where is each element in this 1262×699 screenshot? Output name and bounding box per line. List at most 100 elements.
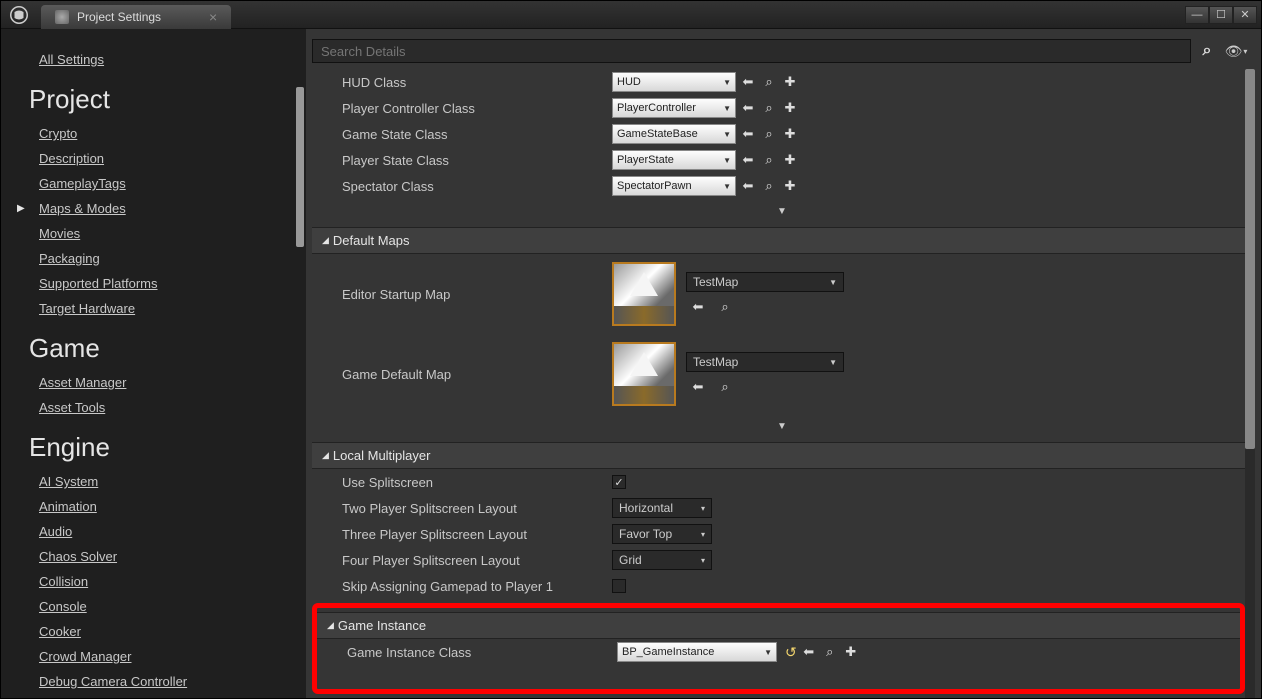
skip-gamepad-checkbox[interactable] <box>612 579 626 593</box>
property-label: Player Controller Class <box>342 101 612 116</box>
property-label: Game State Class <box>342 127 612 142</box>
sidebar-item[interactable]: Crypto <box>29 121 77 146</box>
use-selected-icon[interactable]: ⬅ <box>739 99 757 117</box>
sidebar-item[interactable]: Chaos Solver <box>29 544 117 569</box>
sidebar-item[interactable]: GameplayTags <box>29 171 126 196</box>
two-player-layout-label: Two Player Splitscreen Layout <box>342 501 612 516</box>
sidebar: All Settings ProjectCryptoDescriptionGam… <box>1 29 306 698</box>
game-instance-class-label: Game Instance Class <box>347 645 617 660</box>
use-selected-icon[interactable]: ⬅ <box>689 298 707 316</box>
sidebar-item[interactable]: Cooker <box>29 619 81 644</box>
sidebar-item[interactable]: Asset Manager <box>29 370 126 395</box>
maximize-button[interactable]: ☐ <box>1209 6 1233 24</box>
add-icon[interactable]: ✚ <box>781 125 799 143</box>
editor-startup-map-label: Editor Startup Map <box>342 287 612 302</box>
close-tab-icon[interactable]: × <box>209 9 217 25</box>
sidebar-item[interactable]: Description <box>29 146 104 171</box>
add-icon[interactable]: ✚ <box>781 151 799 169</box>
two-player-layout-dropdown[interactable]: Horizontal▾ <box>612 498 712 518</box>
sidebar-item[interactable]: Console <box>29 594 87 619</box>
sidebar-item[interactable]: Animation <box>29 494 97 519</box>
sidebar-item[interactable]: Audio <box>29 519 72 544</box>
class-dropdown[interactable]: SpectatorPawn▼ <box>612 176 736 196</box>
use-selected-icon[interactable]: ⬅ <box>800 643 818 661</box>
titlebar: Project Settings × — ☐ ✕ <box>1 1 1261 29</box>
sidebar-item[interactable]: AI System <box>29 469 98 494</box>
three-player-layout-label: Three Player Splitscreen Layout <box>342 527 612 542</box>
main-panel: ⌕ 👁▾ HUD ClassHUD▼⬅⌕✚Player Controller C… <box>306 29 1261 698</box>
three-player-layout-dropdown[interactable]: Favor Top▾ <box>612 524 712 544</box>
four-player-layout-dropdown[interactable]: Grid▾ <box>612 550 712 570</box>
sidebar-section-title: Engine <box>29 432 296 463</box>
map-thumbnail-icon[interactable] <box>612 342 676 406</box>
sidebar-item[interactable]: Movies <box>29 221 80 246</box>
expand-section-icon[interactable]: ▼ <box>312 414 1249 436</box>
unreal-logo-icon <box>9 5 29 25</box>
class-dropdown[interactable]: PlayerController▼ <box>612 98 736 118</box>
browse-icon[interactable]: ⌕ <box>760 99 778 117</box>
add-icon[interactable]: ✚ <box>842 643 860 661</box>
sidebar-item[interactable]: Crowd Manager <box>29 644 132 669</box>
skip-gamepad-label: Skip Assigning Gamepad to Player 1 <box>342 579 612 594</box>
add-icon[interactable]: ✚ <box>781 177 799 195</box>
class-dropdown[interactable]: GameStateBase▼ <box>612 124 736 144</box>
editor-startup-map-dropdown[interactable]: TestMap▼ <box>686 272 844 292</box>
tab-label: Project Settings <box>77 10 161 24</box>
sidebar-item[interactable]: Collision <box>29 569 88 594</box>
section-local-multiplayer[interactable]: ◢Local Multiplayer <box>312 442 1249 469</box>
browse-icon[interactable]: ⌕ <box>760 125 778 143</box>
use-splitscreen-checkbox[interactable] <box>612 475 626 489</box>
sidebar-all-settings[interactable]: All Settings <box>29 47 296 72</box>
use-selected-icon[interactable]: ⬅ <box>739 177 757 195</box>
sidebar-section-title: Game <box>29 333 296 364</box>
gear-icon <box>55 10 69 24</box>
property-label: HUD Class <box>342 75 612 90</box>
game-default-map-dropdown[interactable]: TestMap▼ <box>686 352 844 372</box>
tab-project-settings[interactable]: Project Settings × <box>41 5 231 29</box>
sidebar-item[interactable]: Asset Tools <box>29 395 105 420</box>
search-input[interactable] <box>312 39 1191 63</box>
browse-icon[interactable]: ⌕ <box>760 151 778 169</box>
game-default-map-label: Game Default Map <box>342 367 612 382</box>
reset-to-default-icon[interactable]: ↺ <box>785 644 797 661</box>
section-game-instance[interactable]: ◢Game Instance <box>317 612 1240 639</box>
sidebar-item[interactable]: Target Hardware <box>29 296 135 321</box>
four-player-layout-label: Four Player Splitscreen Layout <box>342 553 612 568</box>
browse-icon[interactable]: ⌕ <box>760 177 778 195</box>
section-default-maps[interactable]: ◢Default Maps <box>312 227 1249 254</box>
use-selected-icon[interactable]: ⬅ <box>739 151 757 169</box>
class-dropdown[interactable]: PlayerState▼ <box>612 150 736 170</box>
sidebar-item[interactable]: Supported Platforms <box>29 271 158 296</box>
use-selected-icon[interactable]: ⬅ <box>739 73 757 91</box>
highlighted-section: ◢Game Instance Game Instance Class BP_Ga… <box>312 603 1245 694</box>
project-settings-window: Project Settings × — ☐ ✕ All Settings Pr… <box>0 0 1262 699</box>
search-icon[interactable]: ⌕ <box>1197 41 1217 61</box>
expand-section-icon[interactable]: ▼ <box>312 199 1249 221</box>
use-selected-icon[interactable]: ⬅ <box>739 125 757 143</box>
use-splitscreen-label: Use Splitscreen <box>342 475 612 490</box>
browse-icon[interactable]: ⌕ <box>716 378 734 396</box>
add-icon[interactable]: ✚ <box>781 99 799 117</box>
sidebar-scrollbar[interactable] <box>296 87 304 247</box>
browse-icon[interactable]: ⌕ <box>821 643 839 661</box>
browse-icon[interactable]: ⌕ <box>716 298 734 316</box>
sidebar-item[interactable]: Maps & Modes <box>29 196 126 221</box>
view-options-icon[interactable]: 👁▾ <box>1223 41 1249 61</box>
close-button[interactable]: ✕ <box>1233 6 1257 24</box>
map-thumbnail-icon[interactable] <box>612 262 676 326</box>
details-content: HUD ClassHUD▼⬅⌕✚Player Controller ClassP… <box>306 69 1255 698</box>
property-label: Spectator Class <box>342 179 612 194</box>
class-dropdown[interactable]: HUD▼ <box>612 72 736 92</box>
sidebar-item[interactable]: Debug Camera Controller <box>29 669 187 694</box>
sidebar-item[interactable]: Packaging <box>29 246 100 271</box>
use-selected-icon[interactable]: ⬅ <box>689 378 707 396</box>
content-scrollbar-track[interactable] <box>1245 69 1255 698</box>
add-icon[interactable]: ✚ <box>781 73 799 91</box>
game-instance-class-dropdown[interactable]: BP_GameInstance▼ <box>617 642 777 662</box>
content-scrollbar-thumb[interactable] <box>1245 69 1255 449</box>
minimize-button[interactable]: — <box>1185 6 1209 24</box>
browse-icon[interactable]: ⌕ <box>760 73 778 91</box>
sidebar-section-title: Project <box>29 84 296 115</box>
property-label: Player State Class <box>342 153 612 168</box>
selected-arrow-icon: ▶ <box>17 203 29 214</box>
